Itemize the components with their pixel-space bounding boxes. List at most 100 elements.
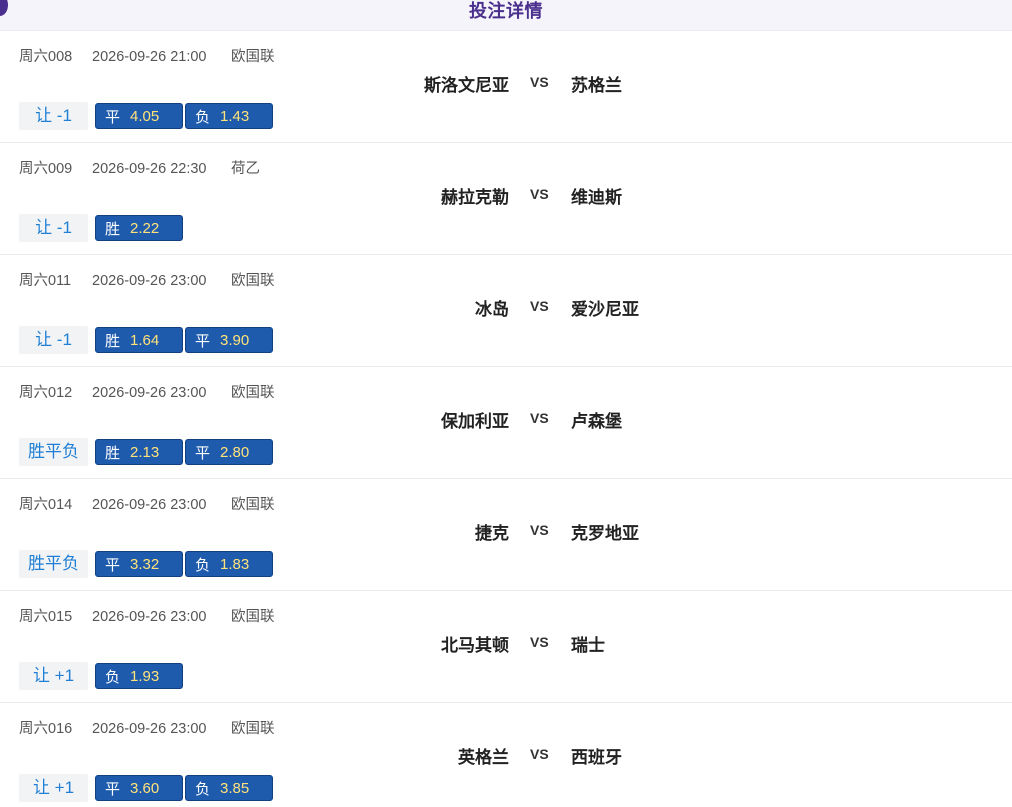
home-team: 保加利亚	[441, 412, 509, 431]
odds-button[interactable]: 胜 2.22	[95, 215, 183, 241]
page-header: 投注详情	[0, 0, 1012, 31]
odds-value: 3.60	[130, 779, 160, 797]
odds-value: 3.85	[220, 779, 250, 797]
odds-value: 2.80	[220, 443, 250, 461]
match-teams: 冰岛 VS 爱沙尼亚	[0, 295, 1012, 319]
match-teams: 斯洛文尼亚 VS 苏格兰	[0, 71, 1012, 95]
match-teams: 英格兰 VS 西班牙	[0, 743, 1012, 767]
match-list: 周六008 2026-09-26 21:00 欧国联 斯洛文尼亚 VS 苏格兰让 -1 平 4…	[0, 31, 1012, 807]
home-team: 冰岛	[475, 300, 509, 319]
match-item: 周六011 2026-09-26 23:00 欧国联 冰岛 VS 爱沙尼亚让 -1 胜 1.6…	[0, 255, 1012, 367]
match-code: 周六016	[19, 721, 73, 737]
odds-value: 4.05	[130, 107, 160, 125]
match-time: 2026-09-26 22:30	[92, 161, 207, 177]
bet-selection-row: 胜平负胜 2.13 平 2.80	[19, 438, 275, 466]
odds-value: 1.93	[130, 667, 160, 685]
vs-label: VS	[530, 186, 549, 202]
page-title: 投注详情	[469, 1, 543, 21]
match-time: 2026-09-26 23:00	[92, 273, 207, 289]
bet-type-label: 让 +1	[19, 662, 88, 690]
match-code: 周六011	[19, 273, 72, 289]
match-teams: 赫拉克勒 VS 维迪斯	[0, 183, 1012, 207]
bet-type-label: 胜平负	[19, 438, 88, 466]
match-meta: 周六016 2026-09-26 23:00 欧国联	[19, 717, 275, 738]
match-league: 欧国联	[231, 497, 275, 513]
match-item: 周六016 2026-09-26 23:00 欧国联英格兰 VS 西班牙让 +1 平 3.6…	[0, 703, 1012, 807]
odds-outcome-label: 平	[105, 780, 121, 798]
vs-label: VS	[530, 74, 549, 90]
odds-outcome-label: 胜	[105, 444, 121, 462]
away-team: 卢森堡	[571, 412, 622, 431]
match-item: 周六008 2026-09-26 21:00 欧国联 斯洛文尼亚 VS 苏格兰让 -1 平 4…	[0, 31, 1012, 143]
odds-value: 2.22	[130, 219, 160, 237]
match-time: 2026-09-26 21:00	[92, 49, 207, 65]
match-meta: 周六012 2026-09-26 23:00 欧国联	[19, 381, 275, 402]
away-team: 瑞士	[571, 636, 605, 655]
vs-label: VS	[530, 634, 549, 650]
bet-selection-row: 让 +1 负 1.93	[19, 662, 185, 690]
home-team: 北马其顿	[441, 636, 509, 655]
away-team: 西班牙	[571, 748, 622, 767]
odds-outcome-label: 平	[105, 556, 121, 574]
odds-button[interactable]: 负 1.93	[95, 663, 183, 689]
odds-button[interactable]: 平 3.60	[95, 775, 183, 801]
odds-outcome-label: 胜	[105, 220, 121, 238]
odds-button[interactable]: 平 2.80	[185, 439, 273, 465]
bet-type-label: 让 +1	[19, 774, 88, 802]
bet-type-label: 胜平负	[19, 550, 88, 578]
match-item: 周六012 2026-09-26 23:00 欧国联保加利亚 VS 卢森堡胜平负胜 2.1…	[0, 367, 1012, 479]
vs-label: VS	[530, 746, 549, 762]
match-code: 周六012	[19, 385, 73, 401]
odds-outcome-label: 平	[195, 444, 211, 462]
odds-outcome-label: 负	[105, 668, 121, 686]
match-code: 周六015	[19, 609, 73, 625]
odds-value: 1.83	[220, 555, 250, 573]
odds-value: 2.13	[130, 443, 160, 461]
match-meta: 周六008 2026-09-26 21:00 欧国联	[19, 45, 275, 66]
bet-selection-row: 胜平负平 3.32 负 1.83	[19, 550, 275, 578]
odds-outcome-label: 胜	[105, 332, 121, 350]
match-meta: 周六009 2026-09-26 22:30 荷乙	[19, 157, 260, 178]
odds-button[interactable]: 负 3.85	[185, 775, 273, 801]
match-time: 2026-09-26 23:00	[92, 385, 207, 401]
home-team: 捷克	[475, 524, 509, 543]
bet-type-label: 让 -1	[19, 214, 88, 242]
match-code: 周六008	[19, 49, 73, 65]
odds-button[interactable]: 平 3.90	[185, 327, 273, 353]
match-item: 周六015 2026-09-26 23:00 欧国联 北马其顿 VS 瑞士让 +1 负 1.9…	[0, 591, 1012, 703]
away-team: 爱沙尼亚	[571, 300, 639, 319]
odds-button[interactable]: 平 3.32	[95, 551, 183, 577]
odds-button[interactable]: 平 4.05	[95, 103, 183, 129]
match-league: 欧国联	[231, 721, 275, 737]
match-meta: 周六011 2026-09-26 23:00 欧国联	[19, 269, 275, 290]
home-team: 斯洛文尼亚	[424, 76, 509, 95]
vs-label: VS	[530, 298, 549, 314]
bet-type-label: 让 -1	[19, 326, 88, 354]
odds-button[interactable]: 负 1.43	[185, 103, 273, 129]
match-teams: 北马其顿 VS 瑞士	[0, 631, 1012, 655]
odds-button[interactable]: 胜 1.64	[95, 327, 183, 353]
match-item: 周六014 2026-09-26 23:00 欧国联捷克 VS 克罗地亚胜平负平 3.32…	[0, 479, 1012, 591]
bet-selection-row: 让 +1 平 3.60 负 3.85	[19, 774, 275, 802]
away-team: 维迪斯	[571, 188, 622, 207]
away-team: 克罗地亚	[571, 524, 639, 543]
match-time: 2026-09-26 23:00	[92, 721, 207, 737]
match-teams: 捷克 VS 克罗地亚	[0, 519, 1012, 543]
bet-selection-row: 让 -1 胜 2.22	[19, 214, 185, 242]
home-team: 赫拉克勒	[441, 188, 509, 207]
odds-value: 1.43	[220, 107, 250, 125]
match-league: 欧国联	[231, 385, 275, 401]
home-team: 英格兰	[458, 748, 509, 767]
odds-outcome-label: 负	[195, 108, 211, 126]
odds-value: 3.32	[130, 555, 160, 573]
match-item: 周六009 2026-09-26 22:30 荷乙赫拉克勒 VS 维迪斯让 -1 胜 2.2…	[0, 143, 1012, 255]
odds-button[interactable]: 负 1.83	[185, 551, 273, 577]
match-teams: 保加利亚 VS 卢森堡	[0, 407, 1012, 431]
odds-value: 1.64	[130, 331, 160, 349]
match-league: 欧国联	[231, 609, 275, 625]
odds-button[interactable]: 胜 2.13	[95, 439, 183, 465]
match-meta: 周六014 2026-09-26 23:00 欧国联	[19, 493, 275, 514]
odds-outcome-label: 平	[195, 332, 211, 350]
vs-label: VS	[530, 410, 549, 426]
odds-outcome-label: 负	[195, 780, 211, 798]
